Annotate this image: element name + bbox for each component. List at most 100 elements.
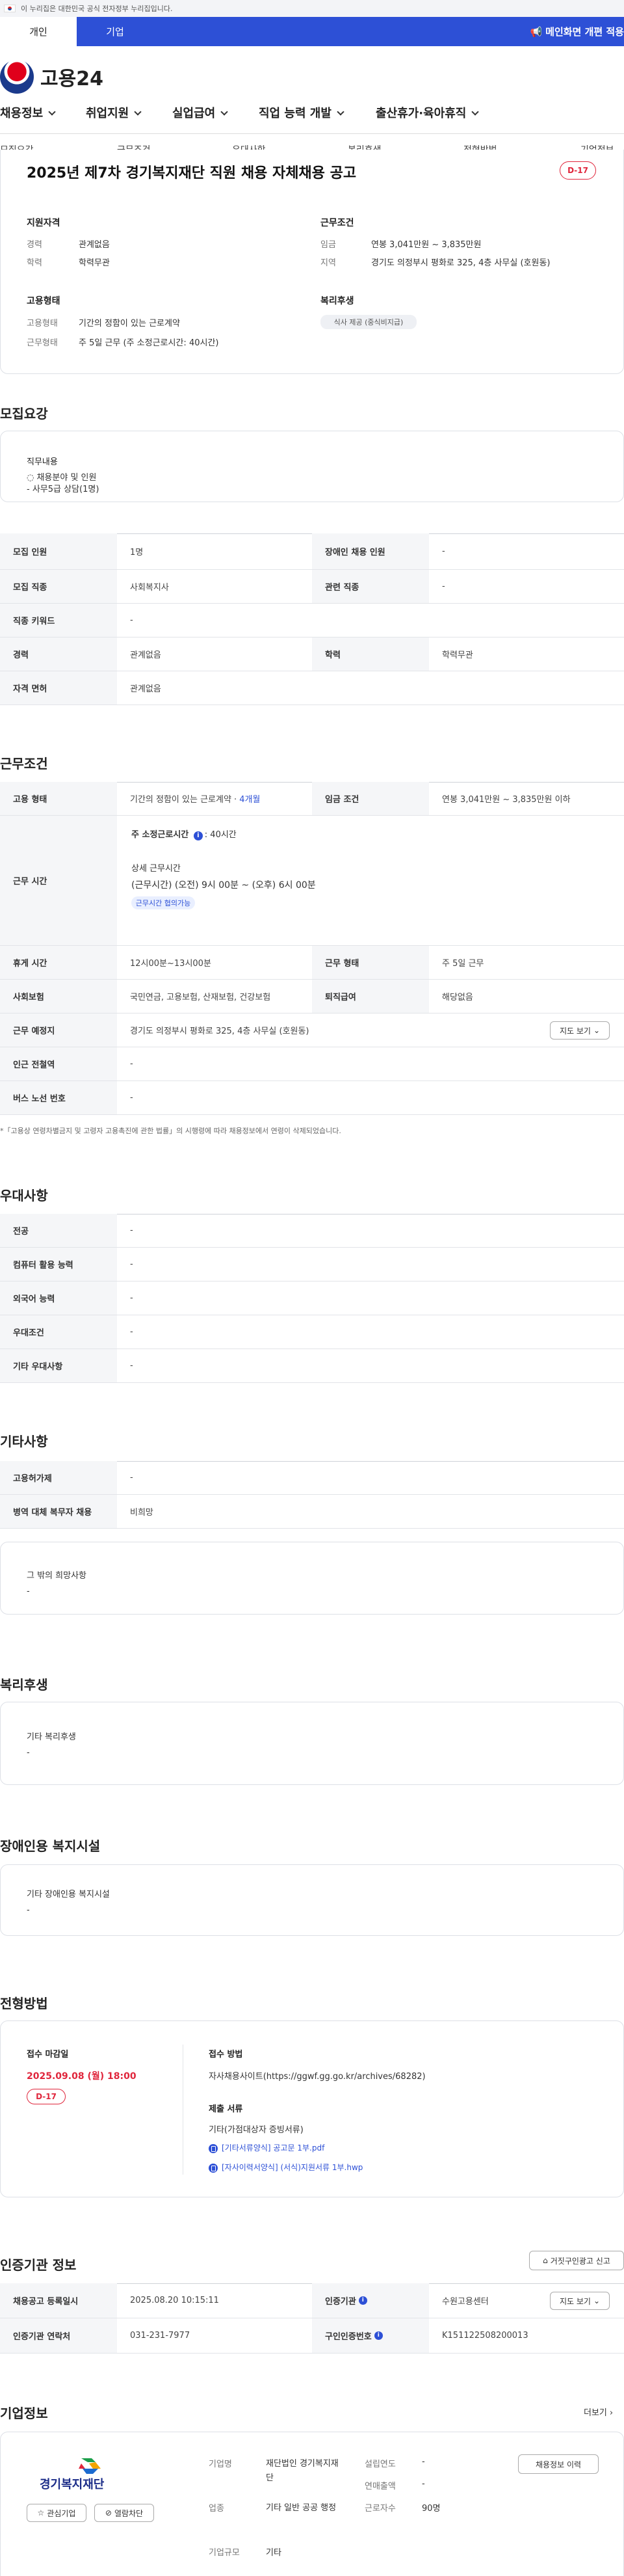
row-label: 구인인증번호 i — [312, 2318, 429, 2353]
company-card: 경기복지재단 ☆ 관심기업 ⊘ 열람차단 기업명 재단법인 경기복지재단 업종 기타… — [0, 2432, 624, 2576]
chevron-down-icon — [337, 108, 344, 116]
disabled-box-value: - — [27, 1905, 30, 1915]
row-value: - — [442, 582, 445, 591]
row-label: 인근 전철역 — [0, 1047, 117, 1080]
attachment-name: [기타서류양식] 공고문 1부.pdf — [222, 2143, 325, 2153]
row-label: 근무 시간 — [0, 816, 117, 945]
row-value: 해당없음 — [442, 993, 473, 1002]
row-value: K151122508200013 — [442, 2331, 528, 2341]
promo-banner[interactable]: 📢 메인화면 개편 적용 — [530, 17, 624, 46]
map-btn-label: 지도 보기 — [559, 2296, 591, 2306]
table-row: 고용허가제 - — [0, 1461, 624, 1495]
table-row: 휴게 시간 12시00분~13시00분 근무 형태 주 5일 근무 — [0, 946, 624, 980]
row-label: 인증기관 i — [312, 2283, 429, 2318]
cert-map-button[interactable]: 지도 보기 ⌄ — [550, 2292, 610, 2310]
table-row: 병역 대체 복무자 채용 비희망 — [0, 1495, 624, 1529]
map-view-button[interactable]: 지도 보기 ⌄ — [550, 1021, 610, 1040]
site-logo[interactable]: 고용24 — [0, 60, 103, 94]
table-row: 버스 노선 번호 - — [0, 1081, 624, 1115]
gnb-parental-leave[interactable]: 출산휴가·육아휴직 — [376, 104, 479, 121]
info-icon[interactable]: i — [358, 2296, 367, 2305]
duty-heading: 직무내용 — [27, 457, 58, 467]
row-value: - — [130, 1226, 133, 1235]
conditions-heading: 근무조건 — [320, 218, 354, 228]
row-value: 031-231-7977 — [130, 2331, 190, 2341]
row-label: 모집 인원 — [0, 533, 117, 569]
company-logo: 경기복지재단 — [33, 2456, 150, 2495]
main-navigation: 채용정보 취업지원 실업급여 직업 능력 개발 출산휴가·육아휴직 — [0, 104, 624, 130]
attachment-link[interactable]: [기타서류양식] 공고문 1부.pdf — [209, 2142, 324, 2153]
row-value: 주 5일 근무 — [442, 959, 484, 969]
screening-box: 접수 마감일 2025.09.08 (월) 18:00 D-17 접수 방법 자… — [0, 2020, 624, 2197]
home-icon: ⌂ — [543, 2256, 548, 2265]
welfare-box-heading: 기타 복리후생 — [27, 1732, 76, 1742]
row-label: 버스 노선 번호 — [0, 1081, 117, 1114]
block-label: 열람차단 — [114, 2508, 144, 2518]
row-value: 경기도 의정부시 평화로 325, 4층 사무실 (호원동) — [130, 1026, 309, 1036]
welfare-box: 기타 복리후생 - — [0, 1702, 624, 1785]
method-value: 자사채용사이트(https://ggwf.gg.go.kr/archives/6… — [209, 2072, 426, 2082]
chevron-down-icon: ⌄ — [593, 2296, 601, 2305]
block-view-button[interactable]: ⊘ 열람차단 — [94, 2504, 154, 2522]
report-false-ad-button[interactable]: ⌂ 거짓구인광고 신고 — [529, 2251, 624, 2270]
row-value: 사회복지사 — [130, 583, 169, 593]
megaphone-icon: 📢 — [530, 25, 543, 38]
gnb-unemployment-benefit[interactable]: 실업급여 — [172, 104, 228, 121]
work-heading: 근무조건 — [0, 756, 48, 771]
row-label: 직종 키워드 — [0, 604, 117, 637]
gnb-jobs[interactable]: 채용정보 — [0, 104, 56, 121]
company-logo-text: 경기복지재단 — [40, 2478, 105, 2491]
chevron-down-icon — [134, 108, 142, 116]
table-row: 고용 형태 기간의 정함이 있는 근로계약 · 4개월 임금 조건 연봉 3,0… — [0, 782, 624, 816]
tab-company[interactable]: 기업 — [77, 17, 153, 46]
cond-value: 경기도 의정부시 평화로 325, 4층 사무실 (호원동) — [371, 258, 551, 268]
company-more-link[interactable]: 더보기 › — [584, 2406, 613, 2418]
row-label: 근무 형태 — [312, 946, 429, 979]
interest-company-button[interactable]: ☆ 관심기업 — [27, 2504, 86, 2522]
hiring-history-button[interactable]: 채용정보 이력 — [518, 2454, 599, 2474]
cond-label: 지역 — [320, 258, 336, 268]
row-label: 전공 — [0, 1214, 117, 1247]
company-field-label: 기업명 — [209, 2460, 232, 2469]
cond-value: 연봉 3,041만원 ~ 3,835만원 — [371, 240, 482, 250]
row-value: - — [130, 1361, 133, 1371]
row-label: 기타 우대사항 — [0, 1349, 117, 1382]
welfare-badge: 식사 제공 (중식비지급) — [320, 315, 417, 329]
docs-value: 기타(가점대상자 증빙서류) — [209, 2125, 304, 2135]
disabled-heading: 장애인용 복지시설 — [0, 1838, 101, 1854]
row-value: 기간의 정함이 있는 근로계약 · 4개월 — [117, 782, 260, 815]
row-label: 사회보험 — [0, 980, 117, 1013]
info-icon[interactable]: i — [374, 2331, 383, 2340]
gnb-label: 채용정보 — [0, 107, 44, 120]
attachment-link[interactable]: [자사이력서양식] (서식)지원서류 1부.hwp — [209, 2162, 363, 2173]
block-icon: ⊘ — [105, 2508, 112, 2517]
report-btn-label: 거짓구인광고 신고 — [550, 2256, 610, 2266]
gnb-skill-development[interactable]: 직업 능력 개발 — [259, 104, 344, 121]
weekly-hours: 주 소정근로시간 i: 40시간 — [131, 827, 237, 840]
row-value: 수원고용센터 — [442, 2297, 489, 2307]
welfare-section-heading: 복리후생 — [0, 1677, 48, 1693]
company-heading: 기업정보 — [0, 2406, 48, 2421]
table-row: 직종 키워드 - — [0, 604, 624, 637]
duty-line: ◌ 채용분야 및 인원 — [27, 473, 97, 483]
company-field-label: 기업규모 — [209, 2548, 240, 2558]
gnb-label: 취업지원 — [86, 107, 129, 120]
gnb-employment-support[interactable]: 취업지원 — [86, 104, 142, 121]
company-field-label: 설립연도 — [365, 2460, 396, 2469]
row-value: - — [442, 546, 445, 556]
company-field-value: - — [422, 2457, 425, 2467]
emp-label: 고용형태 — [27, 319, 58, 329]
attachment-name: [자사이력서양식] (서식)지원서류 1부.hwp — [222, 2163, 363, 2172]
qual-value: 학력무관 — [79, 258, 110, 268]
emp-label: 근무형태 — [27, 338, 58, 348]
table-row: 인증기관 연락처 031-231-7977 구인인증번호 i K151122508… — [0, 2318, 624, 2354]
logo-text: 고용24 — [40, 68, 103, 90]
other-wishes-box: 그 밖의 희망사항 - — [0, 1542, 624, 1615]
row-label: 외국어 능력 — [0, 1281, 117, 1315]
table-row: 모집 직종 사회복지사 관련 직종 - — [0, 570, 624, 604]
screening-heading: 전형방법 — [0, 1996, 48, 2011]
table-row: 모집 인원 1명 장애인 채용 인원 - — [0, 533, 624, 570]
tab-personal[interactable]: 개인 — [0, 17, 77, 46]
info-icon[interactable]: i — [193, 831, 203, 840]
row-label: 휴게 시간 — [0, 946, 117, 979]
